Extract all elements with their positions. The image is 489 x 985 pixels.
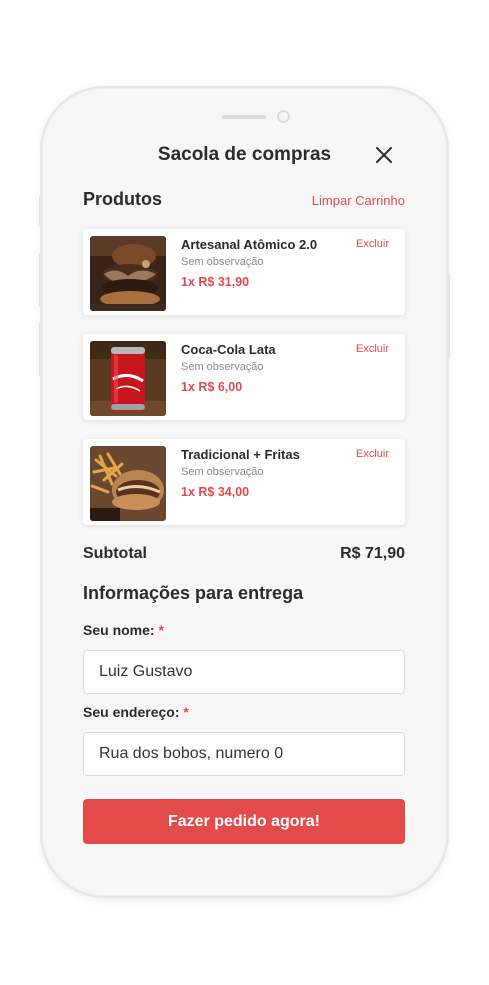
close-icon[interactable] bbox=[374, 145, 394, 165]
name-input[interactable] bbox=[83, 650, 405, 694]
clear-cart-link[interactable]: Limpar Carrinho bbox=[312, 193, 405, 208]
soda-can-photo bbox=[90, 341, 166, 416]
product-price: 1x R$ 34,00 bbox=[181, 485, 250, 499]
address-field-label: Seu endereço: * bbox=[83, 704, 189, 720]
cart-item-card: Tradicional + Fritas Sem observação 1x R… bbox=[83, 439, 405, 525]
cart-item-card: Artesanal Atômico 2.0 Sem observação 1x … bbox=[83, 229, 405, 315]
cart-item-card: Coca-Cola Lata Sem observação 1x R$ 6,00… bbox=[83, 334, 405, 420]
phone-camera bbox=[277, 110, 290, 123]
name-field-label: Seu nome: * bbox=[83, 622, 164, 638]
products-heading: Produtos bbox=[83, 189, 162, 209]
delete-item-button[interactable]: Excluir bbox=[356, 238, 389, 250]
subtotal-value: R$ 71,90 bbox=[340, 545, 405, 562]
required-mark: * bbox=[158, 622, 164, 638]
delete-item-button[interactable]: Excluir bbox=[356, 343, 389, 355]
page-title: Sacola de compras bbox=[157, 144, 332, 165]
address-input[interactable] bbox=[83, 732, 405, 776]
burger-photo bbox=[90, 236, 166, 311]
product-observation: Sem observação bbox=[181, 256, 264, 268]
address-label-text: Seu endereço: bbox=[83, 704, 180, 720]
phone-speaker bbox=[222, 115, 266, 119]
product-name: Tradicional + Fritas bbox=[181, 447, 300, 462]
burger-fries-photo bbox=[90, 446, 166, 521]
delivery-heading: Informações para entrega bbox=[83, 583, 304, 603]
required-mark: * bbox=[183, 704, 189, 720]
subtotal-label: Subtotal bbox=[83, 545, 147, 562]
place-order-button[interactable]: Fazer pedido agora! bbox=[83, 799, 405, 844]
product-name: Coca-Cola Lata bbox=[181, 342, 276, 357]
delete-item-button[interactable]: Excluir bbox=[356, 448, 389, 460]
product-name: Artesanal Atômico 2.0 bbox=[181, 237, 318, 252]
name-label-text: Seu nome: bbox=[83, 622, 155, 638]
product-price: 1x R$ 31,90 bbox=[181, 275, 250, 289]
product-observation: Sem observação bbox=[181, 466, 264, 478]
product-price: 1x R$ 6,00 bbox=[181, 380, 243, 394]
product-observation: Sem observação bbox=[181, 361, 264, 373]
